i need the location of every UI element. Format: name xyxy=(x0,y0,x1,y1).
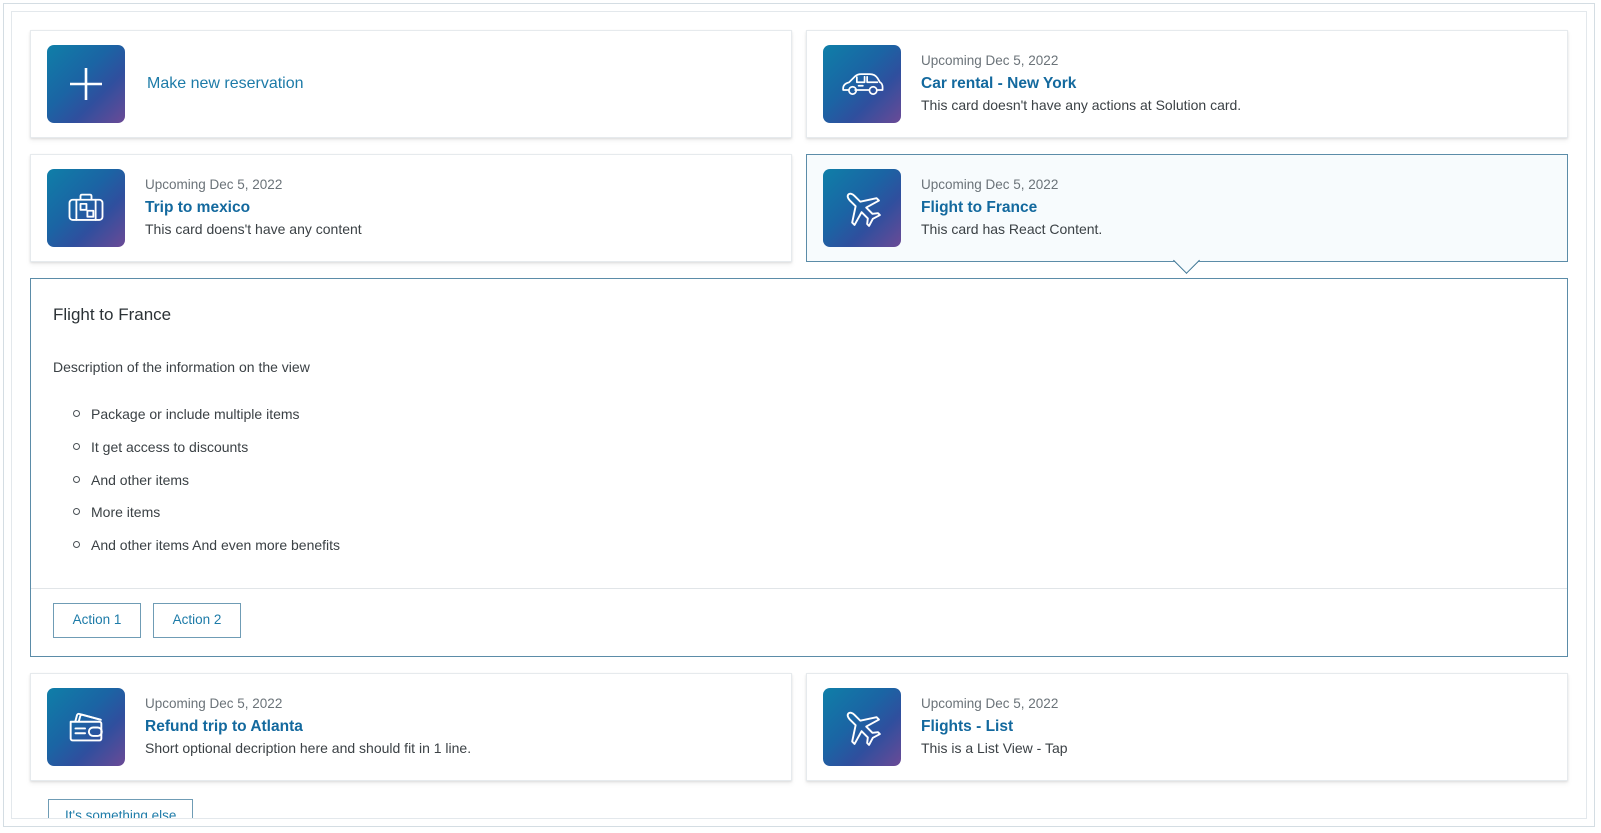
card-row-2: Upcoming Dec 5, 2022 Trip to mexico This… xyxy=(30,154,1568,262)
something-else-button[interactable]: It's something else xyxy=(48,799,193,819)
list-item: Package or include multiple items xyxy=(73,398,1545,431)
detail-panel-body: Flight to France Description of the info… xyxy=(31,279,1567,588)
detail-panel: Flight to France Description of the info… xyxy=(30,278,1568,657)
card-title[interactable]: Car rental - New York xyxy=(921,72,1241,95)
card-eyebrow: Upcoming Dec 5, 2022 xyxy=(921,175,1102,196)
card-description: Short optional decription here and shoul… xyxy=(145,738,471,760)
card-title[interactable]: Flight to France xyxy=(921,196,1102,219)
card-make-new-reservation[interactable]: Make new reservation xyxy=(30,30,792,138)
list-item: It get access to discounts xyxy=(73,431,1545,464)
action-1-button[interactable]: Action 1 xyxy=(53,603,141,638)
card-trip-to-mexico-text: Upcoming Dec 5, 2022 Trip to mexico This… xyxy=(145,175,362,241)
make-new-reservation-label: Make new reservation xyxy=(147,73,304,95)
detail-panel-title: Flight to France xyxy=(53,305,1545,325)
card-row-3: Upcoming Dec 5, 2022 Refund trip to Atla… xyxy=(30,673,1568,781)
card-title[interactable]: Trip to mexico xyxy=(145,196,362,219)
car-icon xyxy=(823,45,901,123)
content-pane: Make new reservation xyxy=(11,11,1587,819)
card-description: This card doesn't have any actions at So… xyxy=(921,95,1241,117)
suitcase-icon xyxy=(47,169,125,247)
airplane-icon xyxy=(823,688,901,766)
page-frame: Make new reservation xyxy=(3,3,1595,827)
list-item: And other items And even more benefits xyxy=(73,529,1545,562)
card-title[interactable]: Flights - List xyxy=(921,715,1068,738)
list-item: More items xyxy=(73,496,1545,529)
card-flights-list[interactable]: Upcoming Dec 5, 2022 Flights - List This… xyxy=(806,673,1568,781)
card-eyebrow: Upcoming Dec 5, 2022 xyxy=(145,175,362,196)
list-item: And other items xyxy=(73,464,1545,497)
card-flights-list-text: Upcoming Dec 5, 2022 Flights - List This… xyxy=(921,694,1068,760)
card-eyebrow: Upcoming Dec 5, 2022 xyxy=(921,694,1068,715)
detail-panel-actions: Action 1 Action 2 xyxy=(31,588,1567,656)
card-refund-trip-to-atlanta[interactable]: Upcoming Dec 5, 2022 Refund trip to Atla… xyxy=(30,673,792,781)
card-refund-trip-text: Upcoming Dec 5, 2022 Refund trip to Atla… xyxy=(145,694,471,760)
footer-bar: It's something else xyxy=(30,797,1568,819)
detail-panel-description: Description of the information on the vi… xyxy=(53,357,1545,378)
card-eyebrow: Upcoming Dec 5, 2022 xyxy=(145,694,471,715)
wallet-icon xyxy=(47,688,125,766)
card-trip-to-mexico[interactable]: Upcoming Dec 5, 2022 Trip to mexico This… xyxy=(30,154,792,262)
card-flight-to-france-text: Upcoming Dec 5, 2022 Flight to France Th… xyxy=(921,175,1102,241)
card-description: This is a List View - Tap xyxy=(921,738,1068,760)
card-flight-to-france[interactable]: Upcoming Dec 5, 2022 Flight to France Th… xyxy=(806,154,1568,262)
card-car-rental-text: Upcoming Dec 5, 2022 Car rental - New Yo… xyxy=(921,51,1241,117)
plus-icon xyxy=(47,45,125,123)
card-car-rental[interactable]: Upcoming Dec 5, 2022 Car rental - New Yo… xyxy=(806,30,1568,138)
action-2-button[interactable]: Action 2 xyxy=(153,603,241,638)
airplane-icon xyxy=(823,169,901,247)
card-row-1: Make new reservation xyxy=(30,30,1568,138)
card-title[interactable]: Refund trip to Atlanta xyxy=(145,715,471,738)
card-eyebrow: Upcoming Dec 5, 2022 xyxy=(921,51,1241,72)
card-description: This card doens't have any content xyxy=(145,219,362,241)
card-description: This card has React Content. xyxy=(921,219,1102,241)
detail-panel-bullet-list: Package or include multiple items It get… xyxy=(53,398,1545,561)
card-grid: Make new reservation xyxy=(12,12,1586,818)
